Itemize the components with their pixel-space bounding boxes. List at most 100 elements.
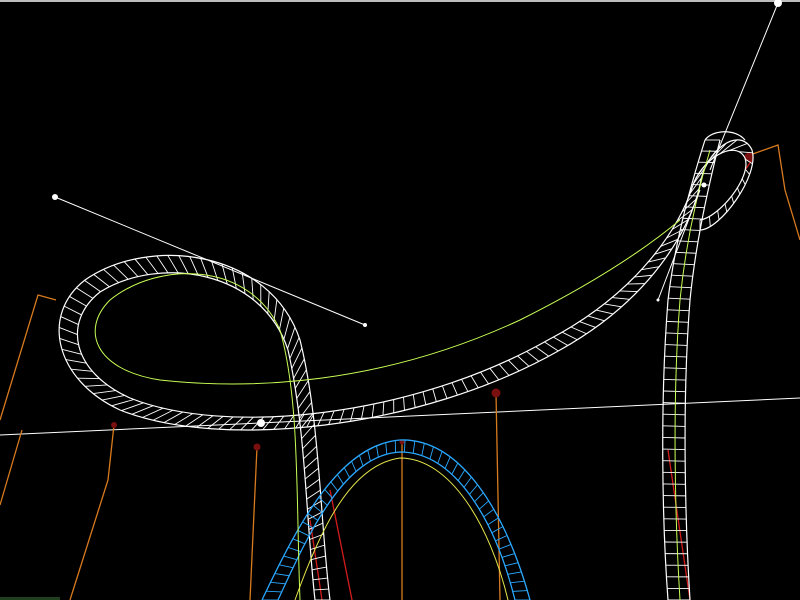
track-rail-inner (76, 149, 747, 600)
track-tie (343, 467, 350, 478)
track-tie (412, 440, 416, 454)
track-tie (665, 344, 688, 346)
track-tie (663, 402, 686, 404)
track-tie (279, 564, 294, 569)
track-tie (312, 577, 328, 581)
track-tie (84, 384, 108, 387)
track-tie (498, 364, 510, 376)
track-tie (579, 321, 596, 328)
support-mid[interactable] (249, 446, 258, 600)
track-tie (302, 434, 316, 450)
handle-line-left[interactable] (54, 196, 366, 326)
control-point-icon[interactable] (52, 194, 58, 200)
track-tie (664, 355, 687, 358)
track-tie (619, 290, 638, 293)
track-tie (474, 492, 484, 502)
track-tie (562, 331, 578, 341)
track-tie (717, 210, 720, 220)
track-tie (745, 168, 750, 175)
track-segment-selected[interactable] (261, 439, 531, 600)
track-tie (663, 378, 686, 381)
track-tie (487, 517, 499, 526)
track-tie (421, 443, 425, 456)
track-tie (666, 320, 689, 323)
track-tie (350, 407, 355, 422)
track-tie (134, 258, 149, 275)
track-tie (292, 538, 306, 545)
track-editor-canvas[interactable] (0, 0, 800, 600)
track-tie (470, 375, 479, 389)
track-tie (510, 580, 525, 584)
control-point-icon[interactable] (363, 323, 367, 327)
control-point-icon[interactable] (701, 182, 707, 188)
control-point-icon[interactable] (656, 298, 660, 302)
track-tie (156, 255, 169, 274)
track-tie (491, 526, 504, 534)
support-under-loop[interactable] (69, 424, 115, 600)
track-tie (131, 405, 154, 415)
3d-viewport[interactable] (0, 0, 800, 600)
track-tie (612, 297, 630, 300)
control-points (52, 0, 782, 427)
track-tie (358, 455, 364, 467)
track-rail-outer (58, 139, 754, 600)
support-node-icon[interactable] (253, 443, 261, 451)
track-tie (498, 544, 512, 550)
track-tie (278, 308, 285, 331)
track-tie (289, 337, 300, 359)
track-tie (311, 566, 327, 571)
track-tie (535, 346, 549, 357)
track-tie (311, 555, 326, 561)
support-right[interactable] (749, 144, 800, 241)
track-tie (287, 327, 296, 349)
track-tie (451, 462, 459, 475)
track-tie (61, 348, 82, 355)
support-node-icon[interactable] (491, 388, 501, 398)
track-tie (526, 351, 540, 362)
track-tie (673, 263, 695, 266)
control-point-icon[interactable] (257, 419, 265, 427)
track-tie (304, 456, 318, 470)
track-tie (553, 336, 569, 346)
track-tie (478, 500, 489, 510)
support-node-icon[interactable] (111, 422, 117, 428)
track-tie (59, 338, 79, 346)
track-tie (251, 278, 254, 300)
track-tie (437, 451, 443, 464)
track-tie (274, 573, 290, 577)
track-tie (142, 407, 164, 418)
track-tie (463, 476, 472, 488)
control-point-icon[interactable] (774, 0, 782, 7)
track-cross-ties (59, 139, 753, 600)
support-left-inner[interactable] (0, 429, 23, 506)
support-left[interactable] (0, 294, 57, 421)
track-tie (469, 484, 478, 495)
track-tie (634, 274, 653, 278)
track-tie (376, 445, 379, 458)
track-tie (307, 513, 319, 521)
selected-rail-inner (277, 451, 516, 600)
track-tie (422, 391, 427, 405)
track-tie (167, 255, 179, 274)
track-tie (512, 590, 528, 592)
track-tie (382, 401, 385, 416)
track-tie (665, 332, 688, 335)
track-tie (145, 256, 159, 274)
track-segment-main[interactable] (58, 131, 754, 600)
support-red-left[interactable] (329, 489, 353, 600)
track-tie (351, 460, 357, 472)
track-tie (508, 359, 520, 372)
track-tie (662, 437, 686, 439)
track-tie (93, 390, 116, 395)
track-tie (60, 316, 79, 325)
track-tie (570, 326, 587, 335)
track-tie (121, 402, 144, 412)
track-tie (307, 500, 322, 510)
track-tie (328, 410, 335, 425)
track-tie (336, 474, 344, 485)
track-tie (596, 309, 614, 315)
track-tie (432, 388, 437, 402)
track-tie (403, 397, 405, 411)
track-tie (662, 425, 686, 427)
track-tie (113, 264, 129, 280)
